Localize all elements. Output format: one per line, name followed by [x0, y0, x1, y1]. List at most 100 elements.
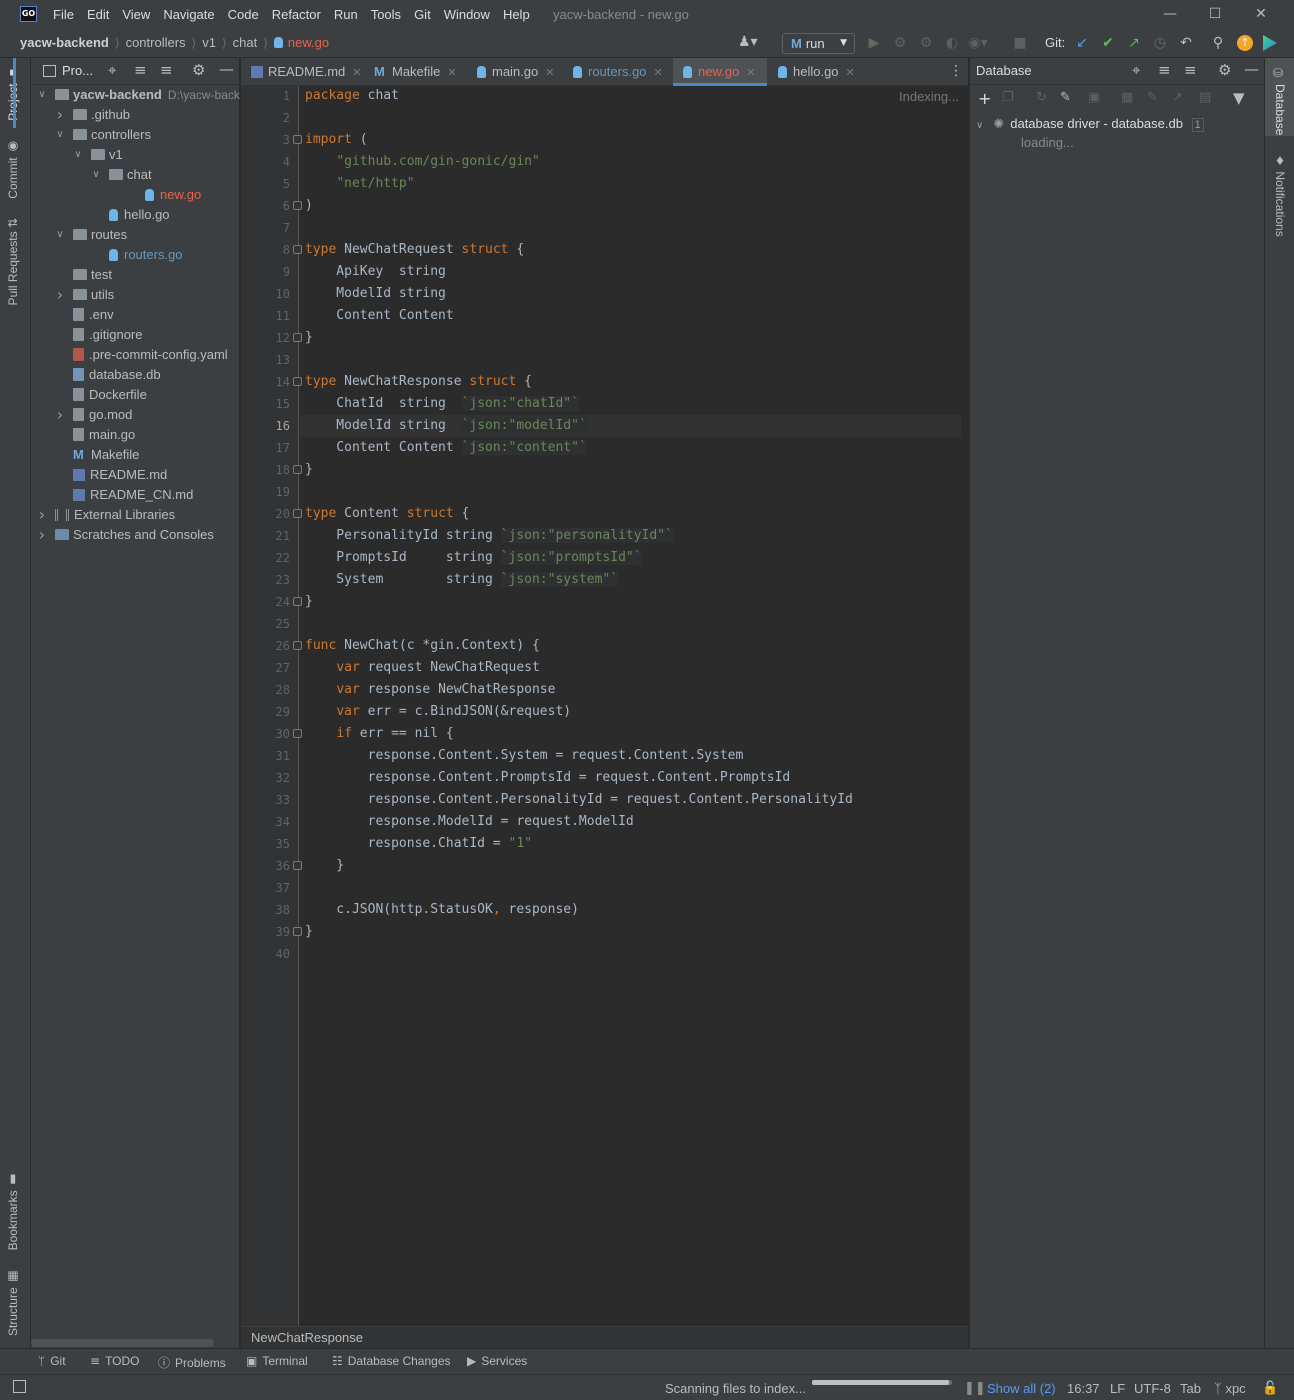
code-editor[interactable]: 1 2 3 4 5 6 7 8 9 10 11 12 13 14 15 16 17 18 19 20 21 22 23 24 2…	[241, 86, 968, 1326]
tab-makefile[interactable]: M Makefile ✕	[364, 58, 466, 86]
collapse-all-icon[interactable]: ≡	[1184, 61, 1197, 79]
tree-item-pre-commit-config-yaml[interactable]: .pre-commit-config.yaml	[55, 345, 228, 365]
project-panel-title[interactable]: Pro...	[62, 63, 93, 78]
tree-item-github[interactable]: › .github	[55, 105, 130, 125]
chevron-right-icon[interactable]: ›	[37, 525, 47, 545]
run-with-coverage-icon[interactable]: ⚙	[916, 33, 936, 53]
edit-icon[interactable]: ✎	[1147, 90, 1158, 105]
tree-item-test[interactable]: test	[55, 265, 112, 285]
tree-item-go-mod[interactable]: › go.mod	[55, 405, 133, 425]
tab-hello-go[interactable]: hello.go ✕	[768, 58, 863, 86]
tab-new-go[interactable]: new.go ✕	[673, 58, 767, 86]
table-icon[interactable]: ▦	[1121, 90, 1133, 105]
close-window-icon[interactable]: ✕	[1238, 0, 1284, 28]
pause-icon[interactable]: ❚❚	[964, 1381, 986, 1396]
profile-icon[interactable]: ◐	[942, 33, 962, 53]
tree-item-database-db[interactable]: database.db	[55, 365, 161, 385]
menu-edit[interactable]: Edit	[87, 7, 109, 22]
code-area[interactable]: package chat import ( "github.com/gin-gon…	[241, 86, 968, 1326]
bookmarks-tool-tab[interactable]: Bookmarks ▮	[6, 1173, 20, 1250]
tree-item-controllers[interactable]: ∨ controllers	[55, 125, 151, 145]
file-encoding[interactable]: UTF-8	[1134, 1381, 1171, 1396]
tree-item-chat[interactable]: ∨ chat	[91, 165, 151, 185]
tree-item-new-go[interactable]: new.go	[109, 185, 201, 205]
bottom-tab-problems[interactable]: ⓘ Problems	[158, 1354, 226, 1371]
tree-item-external-libraries[interactable]: › External Libraries	[37, 505, 175, 525]
console-icon[interactable]: ▤	[1199, 90, 1211, 105]
user-account-icon[interactable]: ♟▾	[738, 34, 758, 50]
menu-tools[interactable]: Tools	[371, 7, 401, 22]
tree-item-makefile[interactable]: M Makefile	[55, 445, 139, 465]
menu-git[interactable]: Git	[414, 7, 431, 22]
breadcrumb-controllers[interactable]: controllers	[126, 35, 186, 50]
stop-icon[interactable]: ▣	[1088, 90, 1100, 105]
pull-requests-tool-tab[interactable]: Pull Requests ⇅	[6, 218, 20, 305]
git-history-icon[interactable]: ◷	[1150, 33, 1170, 53]
close-tab-icon[interactable]: ✕	[846, 66, 855, 79]
run-configuration-select[interactable]: Mrun ▼	[782, 33, 855, 54]
settings-gear-icon[interactable]: ⚙	[192, 61, 205, 79]
add-datasource-icon[interactable]: +	[978, 89, 991, 108]
tree-item-main-go[interactable]: main.go	[55, 425, 135, 445]
chevron-right-icon[interactable]: ›	[55, 105, 65, 125]
database-tool-tab[interactable]: ⛁ Database	[1265, 58, 1294, 136]
menu-file[interactable]: File	[53, 7, 74, 22]
menu-window[interactable]: Window	[444, 7, 490, 22]
background-task-label[interactable]: Scanning files to index...	[665, 1381, 806, 1396]
datasource-properties-icon[interactable]: ✎	[1060, 90, 1071, 105]
hide-panel-icon[interactable]: —	[1244, 60, 1259, 78]
expand-all-icon[interactable]: ≡	[134, 61, 147, 79]
locate-icon[interactable]: ⌖	[1132, 61, 1140, 79]
git-rollback-icon[interactable]: ↶	[1176, 33, 1196, 53]
show-all-tasks-link[interactable]: Show all (2)	[987, 1381, 1056, 1396]
git-branch[interactable]: ᛉ xpc	[1214, 1381, 1246, 1397]
tree-item-scratches-and-consoles[interactable]: › Scratches and Consoles	[37, 525, 214, 545]
more-tabs-icon[interactable]: ⋮	[949, 63, 963, 79]
close-tab-icon[interactable]: ✕	[746, 66, 755, 79]
menu-code[interactable]: Code	[228, 7, 259, 22]
maximize-icon[interactable]: ☐	[1192, 0, 1238, 28]
copy-icon[interactable]: ❐	[1002, 90, 1014, 105]
editor-scrollbar[interactable]	[961, 86, 968, 1326]
bottom-tab-terminal[interactable]: ▣ Terminal	[246, 1354, 308, 1368]
tree-item-dockerfile[interactable]: Dockerfile	[55, 385, 147, 405]
line-separator[interactable]: LF	[1110, 1381, 1125, 1396]
jump-to-source-icon[interactable]: ↗	[1172, 90, 1183, 105]
bottom-tab-git[interactable]: ᛘ Git	[38, 1354, 66, 1368]
hide-panel-icon[interactable]: —	[219, 60, 234, 78]
chevron-down-icon[interactable]: ∨	[73, 145, 83, 165]
lock-icon[interactable]: 🔓	[1262, 1381, 1278, 1396]
breadcrumb-file[interactable]: new.go	[288, 35, 329, 50]
breadcrumb-project[interactable]: yacw-backend	[20, 35, 109, 50]
search-icon[interactable]: ⚲	[1208, 33, 1228, 53]
tree-item-gitignore[interactable]: .gitignore	[55, 325, 142, 345]
tree-item-routers-go[interactable]: routers.go	[73, 245, 183, 265]
chevron-right-icon[interactable]: ›	[55, 405, 65, 425]
tree-item-yacw-backend[interactable]: ∨ yacw-backend D:\yacw-back	[37, 85, 240, 105]
chevron-right-icon[interactable]: ›	[55, 285, 65, 305]
tree-item-utils[interactable]: › utils	[55, 285, 114, 305]
structure-tool-tab[interactable]: Structure ▦	[6, 1270, 20, 1336]
tab-main-go[interactable]: main.go ✕	[467, 58, 562, 86]
breadcrumb-v1[interactable]: v1	[202, 35, 216, 50]
menu-run[interactable]: Run	[334, 7, 358, 22]
commit-tool-tab[interactable]: Commit ◉	[6, 140, 20, 199]
locate-file-icon[interactable]: ⌖	[108, 61, 116, 79]
run-icon[interactable]: ▶	[864, 33, 884, 53]
git-commit-icon[interactable]: ✔	[1098, 33, 1118, 53]
ide-update-icon[interactable]: ↑	[1237, 35, 1253, 51]
editor-breadcrumb-symbol[interactable]: NewChatResponse	[251, 1330, 363, 1345]
tab-routers-go[interactable]: routers.go ✕	[563, 58, 672, 86]
tree-item-env[interactable]: .env	[55, 305, 114, 325]
toggle-tool-windows-icon[interactable]	[13, 1380, 26, 1393]
bottom-tab-services[interactable]: ▶ Services	[467, 1354, 527, 1368]
debug-icon[interactable]: ⚙	[890, 33, 910, 53]
minimize-icon[interactable]: —	[1147, 0, 1193, 28]
menu-refactor[interactable]: Refactor	[272, 7, 321, 22]
close-tab-icon[interactable]: ✕	[545, 66, 554, 79]
chevron-down-icon[interactable]: ∨	[91, 165, 101, 185]
tree-item-v1[interactable]: ∨ v1	[73, 145, 122, 165]
horizontal-scrollbar[interactable]	[31, 1339, 214, 1347]
tree-item-readme-md[interactable]: README.md	[55, 465, 167, 485]
stop-icon[interactable]: ■	[1010, 33, 1030, 53]
